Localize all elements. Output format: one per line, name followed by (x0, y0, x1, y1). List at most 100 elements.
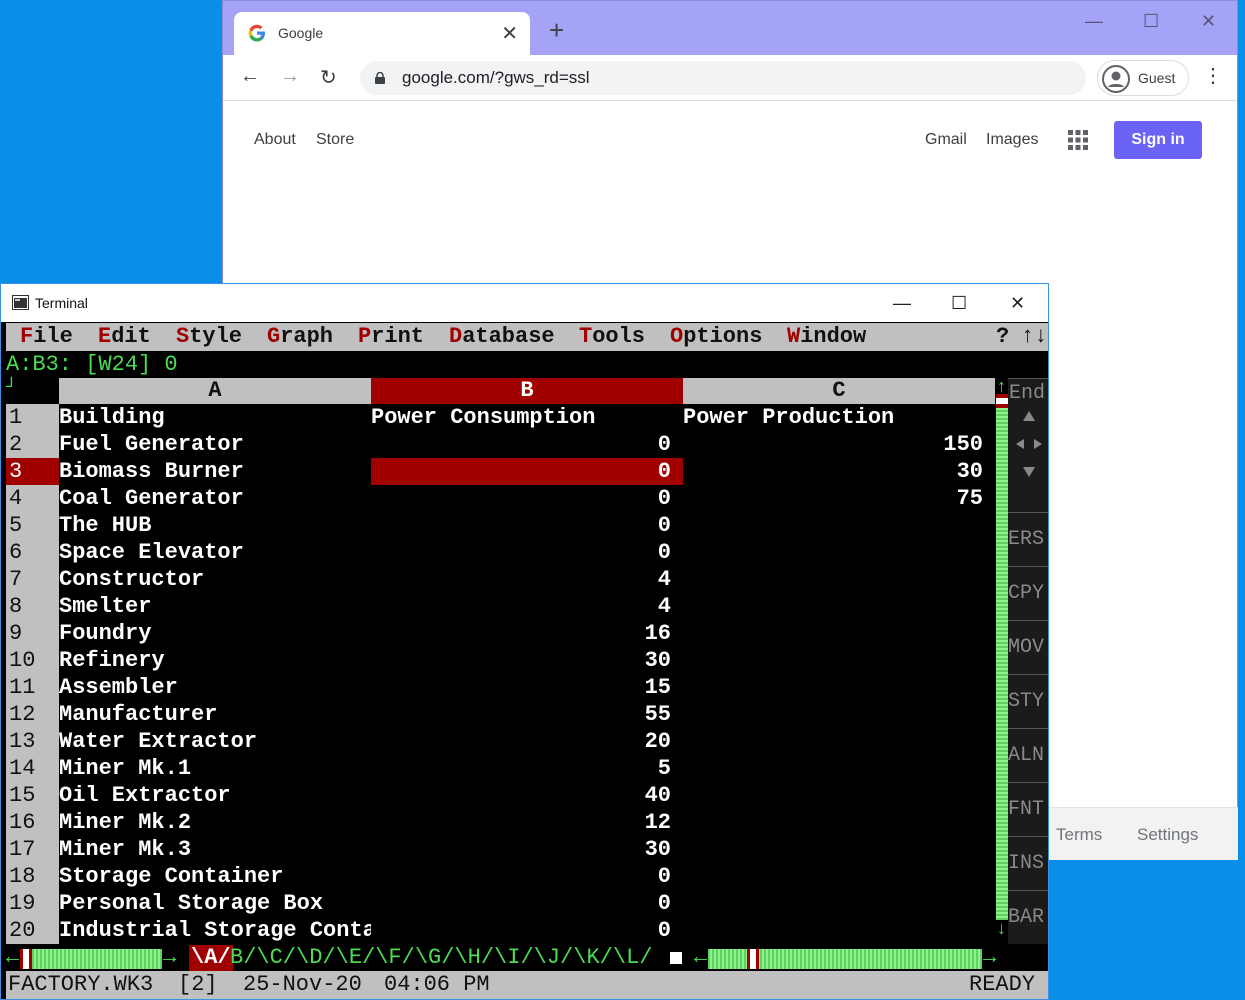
settings-link[interactable]: Settings (1137, 825, 1198, 845)
scroll-left-icon-2[interactable]: ← (694, 945, 707, 971)
cell-a[interactable]: Industrial Storage Conta (59, 917, 371, 944)
row-header[interactable]: 14 (6, 755, 59, 782)
cell-b[interactable]: 40 (371, 782, 683, 809)
vertical-scrollbar[interactable]: ↑ ↓ (996, 378, 1008, 944)
cell-c[interactable] (683, 728, 995, 755)
cell-a[interactable]: Coal Generator (59, 485, 371, 512)
row-header[interactable]: 18 (6, 863, 59, 890)
menu-options[interactable]: Options (670, 323, 762, 351)
about-link[interactable]: About (254, 131, 296, 149)
cell-b[interactable]: 0 (371, 539, 683, 566)
cell-b[interactable]: 4 (371, 593, 683, 620)
menu-database[interactable]: Database (449, 323, 555, 351)
row-header[interactable]: 10 (6, 647, 59, 674)
font-button[interactable]: FNT (1008, 782, 1048, 836)
scroll-left-icon[interactable]: ← (6, 945, 19, 971)
column-header-b[interactable]: B (371, 378, 683, 404)
scroll-right-icon[interactable]: → (163, 945, 176, 971)
gmail-link[interactable]: Gmail (925, 131, 967, 149)
cell-c[interactable] (683, 539, 995, 566)
row-header[interactable]: 17 (6, 836, 59, 863)
cell-c[interactable] (683, 620, 995, 647)
column-header-c[interactable]: C (683, 378, 995, 404)
close-button[interactable]: ✕ (1201, 11, 1216, 32)
vertical-scroll-track[interactable] (996, 408, 1008, 920)
row-header[interactable]: 6 (6, 539, 59, 566)
end-navigator[interactable]: End (1008, 378, 1048, 512)
insert-button[interactable]: INS (1008, 836, 1048, 890)
row-header[interactable]: 15 (6, 782, 59, 809)
cell-a[interactable]: Personal Storage Box (59, 890, 371, 917)
row-header[interactable]: 5 (6, 512, 59, 539)
cell-c[interactable] (683, 890, 995, 917)
row-header[interactable]: 19 (6, 890, 59, 917)
cell-a[interactable]: Miner Mk.2 (59, 809, 371, 836)
browser-menu-icon[interactable]: ⋮ (1203, 63, 1223, 88)
cell-b[interactable]: 12 (371, 809, 683, 836)
cell-c[interactable]: Power Production (683, 404, 995, 431)
menu-help[interactable]: ? (996, 323, 1009, 351)
sign-in-button[interactable]: Sign in (1114, 121, 1202, 159)
cell-a[interactable]: Miner Mk.3 (59, 836, 371, 863)
cell-b[interactable]: 30 (371, 836, 683, 863)
horizontal-scroll-thumb-2[interactable] (747, 949, 759, 969)
cell-a[interactable]: Miner Mk.1 (59, 755, 371, 782)
column-header-a[interactable]: A (59, 378, 371, 404)
cell-b[interactable]: Power Consumption (371, 404, 683, 431)
cell-b[interactable]: 0 (371, 485, 683, 512)
cell-b[interactable]: 5 (371, 755, 683, 782)
row-header[interactable]: 9 (6, 620, 59, 647)
horizontal-scroll-track[interactable] (20, 949, 162, 969)
cell-c[interactable] (683, 593, 995, 620)
cell-a[interactable]: The HUB (59, 512, 371, 539)
cell-a[interactable]: Water Extractor (59, 728, 371, 755)
cell-b[interactable]: 0 (371, 917, 683, 944)
terminal-maximize-button[interactable]: ☐ (951, 293, 967, 314)
address-bar[interactable]: google.com/?gws_rd=ssl (360, 61, 1086, 95)
cell-c[interactable] (683, 809, 995, 836)
minimize-button[interactable]: — (1085, 11, 1103, 32)
back-button[interactable]: ← (240, 65, 260, 88)
cell-a[interactable]: Smelter (59, 593, 371, 620)
menu-style[interactable]: Style (176, 323, 242, 351)
cell-c[interactable] (683, 512, 995, 539)
cell-b[interactable]: 15 (371, 674, 683, 701)
cell-a[interactable]: Biomass Burner (59, 458, 371, 485)
cell-a[interactable]: Fuel Generator (59, 431, 371, 458)
profile-button[interactable]: Guest (1097, 60, 1189, 96)
cell-a[interactable]: Constructor (59, 566, 371, 593)
cell-c[interactable]: 150 (683, 431, 995, 458)
images-link[interactable]: Images (986, 131, 1038, 149)
maximize-button[interactable]: ☐ (1143, 11, 1159, 32)
cell-a[interactable]: Manufacturer (59, 701, 371, 728)
vertical-scroll-thumb[interactable] (996, 394, 1008, 408)
row-header[interactable]: 11 (6, 674, 59, 701)
horizontal-scroll-thumb[interactable] (20, 949, 32, 969)
cell-b[interactable]: 55 (371, 701, 683, 728)
cell-a[interactable]: Building (59, 404, 371, 431)
reload-button[interactable]: ↻ (320, 65, 337, 90)
scroll-down-icon[interactable]: ↓ (996, 920, 1007, 940)
cell-c[interactable] (683, 647, 995, 674)
cell-a[interactable]: Storage Container (59, 863, 371, 890)
cell-b[interactable]: 20 (371, 728, 683, 755)
cell-a[interactable]: Oil Extractor (59, 782, 371, 809)
menu-scroll-arrows[interactable]: ↑↓ (1021, 323, 1047, 351)
cell-c[interactable]: 75 (683, 485, 995, 512)
terminal-close-button[interactable]: ✕ (1010, 293, 1025, 314)
menu-print[interactable]: Print (358, 323, 424, 351)
cell-c[interactable] (683, 701, 995, 728)
cell-c[interactable] (683, 674, 995, 701)
cell-b[interactable]: 4 (371, 566, 683, 593)
row-header[interactable]: 12 (6, 701, 59, 728)
menu-tools[interactable]: Tools (579, 323, 645, 351)
row-header[interactable]: 7 (6, 566, 59, 593)
cell-a[interactable]: Foundry (59, 620, 371, 647)
cell-a[interactable]: Space Elevator (59, 539, 371, 566)
style-button[interactable]: STY (1008, 674, 1048, 728)
terms-link[interactable]: Terms (1056, 825, 1102, 845)
cell-c[interactable] (683, 566, 995, 593)
copy-button[interactable]: CPY (1008, 566, 1048, 620)
tab-close-icon[interactable]: ✕ (501, 21, 518, 46)
erase-button[interactable]: ERS (1008, 512, 1048, 566)
